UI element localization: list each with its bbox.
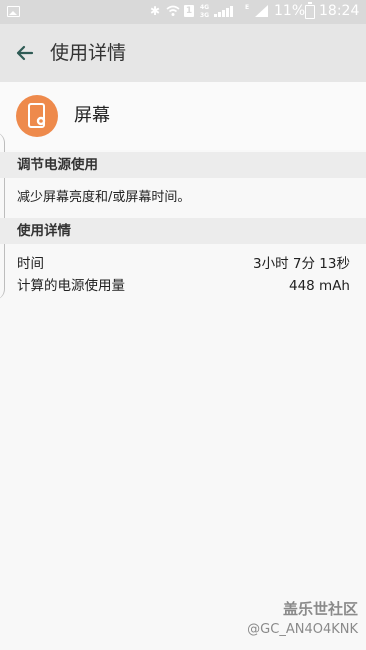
detail-value: 3小时 7分 13秒 bbox=[253, 256, 350, 272]
detail-label: 时间 bbox=[17, 256, 44, 272]
app-bar: 使用详情 bbox=[0, 24, 366, 82]
gallery-notification-icon bbox=[7, 6, 20, 17]
app-name: 屏幕 bbox=[74, 105, 110, 126]
wifi-icon bbox=[166, 5, 180, 16]
battery-icon bbox=[305, 2, 315, 19]
back-arrow-icon bbox=[16, 45, 34, 61]
sim-icon: 1 bbox=[184, 5, 194, 17]
detail-value: 448 mAh bbox=[288, 278, 350, 294]
detail-row: 时间 3小时 7分 13秒 bbox=[0, 254, 366, 274]
cellular-signal-icon bbox=[255, 5, 268, 17]
watermark-brand: 盖乐世社区 bbox=[282, 600, 358, 618]
section-header-adjust: 调节电源使用 bbox=[0, 152, 366, 178]
signal-strength-icon bbox=[214, 6, 233, 17]
section-header-details: 使用详情 bbox=[0, 218, 366, 244]
watermark-handle: @GC_AN4O4KNK bbox=[247, 622, 358, 637]
network-type-label: 4G bbox=[200, 4, 210, 11]
page-title: 使用详情 bbox=[50, 42, 127, 64]
screen-app-icon bbox=[16, 95, 58, 137]
status-time: 18:24 bbox=[319, 3, 360, 19]
detail-label: 计算的电源使用量 bbox=[17, 278, 125, 294]
battery-percent: 11% bbox=[274, 3, 306, 19]
data-type-label: E bbox=[245, 4, 250, 11]
detail-row: 计算的电源使用量 448 mAh bbox=[0, 276, 366, 296]
network-sub-label: 3G bbox=[200, 12, 210, 19]
app-summary: 屏幕 bbox=[0, 82, 366, 150]
screen-brightness-icon bbox=[28, 103, 46, 128]
bluetooth-icon: ✱ bbox=[150, 4, 161, 18]
back-button[interactable] bbox=[10, 38, 40, 68]
status-bar: ✱ 1 4G 3G E 11% 18:24 bbox=[0, 0, 366, 24]
adjust-description: 减少屏幕亮度和/或屏幕时间。 bbox=[17, 190, 191, 205]
